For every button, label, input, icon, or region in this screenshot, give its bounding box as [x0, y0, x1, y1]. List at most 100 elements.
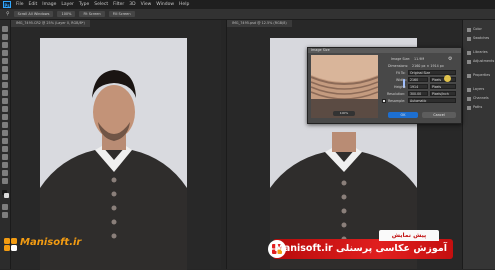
- site-watermark: Manisoft.ir: [4, 236, 82, 251]
- image-size-value: 11.9M: [414, 57, 425, 61]
- brush-tool-icon[interactable]: [2, 82, 8, 88]
- fit-screen-button[interactable]: Fit Screen: [79, 11, 105, 17]
- menu-type[interactable]: Type: [79, 0, 89, 9]
- libraries-panel-icon[interactable]: [467, 51, 471, 55]
- width-unit-select[interactable]: Pixels: [430, 77, 456, 82]
- dialog-title: Image Size: [308, 48, 461, 53]
- scroll-all-windows-button[interactable]: Scroll All Windows: [13, 11, 54, 17]
- menu-bar: Ps File Edit Image Layer Type Select Fil…: [0, 0, 495, 9]
- document-tab-left[interactable]: IMG_7495.CR2 @ 25% (Layer 0, RGB/8*): [11, 20, 90, 27]
- adjustments-panel-icon[interactable]: [467, 60, 471, 64]
- resolution-value: 300.00: [410, 92, 422, 96]
- channels-panel-icon[interactable]: [467, 97, 471, 101]
- menu-edit[interactable]: Edit: [29, 0, 38, 9]
- blur-tool-icon[interactable]: [2, 122, 8, 128]
- color-panel-icon[interactable]: [467, 28, 471, 32]
- resample-select[interactable]: Automatic: [408, 98, 456, 103]
- zoom-tool-icon[interactable]: [2, 178, 8, 184]
- resolution-input[interactable]: 300.00: [408, 91, 428, 96]
- panel-label-adjustments[interactable]: Adjustments: [473, 59, 494, 63]
- photoshop-logo: Ps: [3, 1, 11, 8]
- resolution-label: Resolution:: [387, 92, 406, 96]
- eraser-tool-icon[interactable]: [2, 106, 8, 112]
- document-window-left: IMG_7495.CR2 @ 25% (Layer 0, RGB/8*): [11, 20, 221, 270]
- background-color-swatch[interactable]: [4, 193, 9, 198]
- resample-value: Automatic: [410, 99, 427, 103]
- panel-label-swatches[interactable]: Swatches: [473, 36, 489, 40]
- height-unit-select[interactable]: Pixels: [430, 84, 456, 89]
- menu-3d[interactable]: 3D: [129, 0, 135, 9]
- pen-tool-icon[interactable]: [2, 138, 8, 144]
- menu-layer[interactable]: Layer: [61, 0, 74, 9]
- panel-label-libraries[interactable]: Libraries: [473, 50, 488, 54]
- healing-brush-tool-icon[interactable]: [2, 74, 8, 80]
- height-input[interactable]: 1914: [408, 84, 428, 89]
- quick-select-tool-icon[interactable]: [2, 50, 8, 56]
- banner-title: آموزش عکاسی پرسنلی Manisoft.ir: [274, 243, 447, 254]
- menu-select[interactable]: Select: [94, 0, 108, 9]
- preview-zoom-control[interactable]: 100%: [333, 111, 355, 116]
- width-value: 2160: [410, 78, 419, 82]
- image-size-dialog: Image Size 100% Image Size: 11.9M ⚙ Dime…: [307, 47, 462, 124]
- paths-panel-icon[interactable]: [467, 106, 471, 110]
- panel-label-channels[interactable]: Channels: [473, 96, 489, 100]
- menu-filter[interactable]: Filter: [113, 0, 124, 9]
- screen-mode-icon[interactable]: [2, 212, 8, 218]
- menu-file[interactable]: File: [16, 0, 24, 9]
- fit-to-value: Original Size: [410, 71, 431, 75]
- document-tab-right[interactable]: IMG_7495.psd @ 12.5% (RGB/8): [227, 20, 292, 27]
- width-label: Width:: [396, 78, 407, 82]
- rectangle-tool-icon[interactable]: [2, 162, 8, 168]
- options-bar: ⚲ Scroll All Windows 100% Fit Screen Fil…: [0, 9, 495, 20]
- panel-label-layers[interactable]: Layers: [473, 87, 484, 91]
- panel-label-properties[interactable]: Properties: [473, 73, 490, 77]
- cancel-button[interactable]: Cancel: [422, 112, 456, 118]
- menu-image[interactable]: Image: [42, 0, 56, 9]
- dimensions-value: 2160 px × 1914 px: [412, 64, 444, 68]
- quick-mask-icon[interactable]: [2, 204, 8, 210]
- clone-stamp-tool-icon[interactable]: [2, 90, 8, 96]
- height-value: 1914: [410, 85, 419, 89]
- gear-icon[interactable]: ⚙: [448, 56, 452, 62]
- path-select-tool-icon[interactable]: [2, 154, 8, 160]
- menu-help[interactable]: Help: [179, 0, 189, 9]
- preview-zoom-label: 100%: [339, 111, 349, 115]
- course-banner: پیش نمایش آموزش عکاسی پرسنلی Manisoft.ir: [267, 230, 453, 261]
- width-input[interactable]: 2160: [408, 77, 428, 82]
- lasso-tool-icon[interactable]: [2, 42, 8, 48]
- resolution-unit-value: Pixels/Inch: [432, 92, 449, 96]
- swatches-panel-icon[interactable]: [467, 37, 471, 41]
- mouse-cursor-icon: [444, 75, 451, 82]
- height-unit-value: Pixels: [432, 85, 442, 89]
- crop-tool-icon[interactable]: [2, 58, 8, 64]
- image-size-preview[interactable]: 100%: [311, 55, 378, 118]
- menu-window[interactable]: Window: [156, 0, 174, 9]
- menu-view[interactable]: View: [141, 0, 152, 9]
- resample-label: Resample:: [388, 99, 406, 103]
- type-tool-icon[interactable]: [2, 146, 8, 152]
- zoom-tool-icon[interactable]: ⚲: [6, 11, 10, 17]
- properties-panel-icon[interactable]: [467, 74, 471, 78]
- watermark-text: Manisoft.ir: [20, 237, 82, 248]
- eyedropper-tool-icon[interactable]: [2, 66, 8, 72]
- dodge-tool-icon[interactable]: [2, 130, 8, 136]
- height-label: Height:: [394, 85, 407, 89]
- tools-panel: [0, 20, 11, 269]
- resolution-unit-select[interactable]: Pixels/Inch: [430, 91, 456, 96]
- layers-panel-icon[interactable]: [467, 88, 471, 92]
- move-tool-icon[interactable]: [2, 26, 8, 32]
- zoom-100-button[interactable]: 100%: [57, 11, 76, 17]
- ok-button[interactable]: OK: [388, 112, 418, 118]
- dimensions-label: Dimensions:: [388, 64, 409, 68]
- history-brush-tool-icon[interactable]: [2, 98, 8, 104]
- preview-knit-texture: [311, 55, 378, 118]
- marquee-tool-icon[interactable]: [2, 34, 8, 40]
- panel-label-paths[interactable]: Paths: [473, 105, 482, 109]
- gradient-tool-icon[interactable]: [2, 114, 8, 120]
- resample-checkbox[interactable]: [382, 99, 386, 103]
- panel-label-color[interactable]: Color: [473, 27, 482, 31]
- hand-tool-icon[interactable]: [2, 170, 8, 176]
- image-size-label: Image Size:: [391, 57, 411, 61]
- fill-screen-button[interactable]: Fill Screen: [108, 11, 135, 17]
- right-panels: Color Swatches Libraries Adjustments Pro…: [462, 20, 495, 269]
